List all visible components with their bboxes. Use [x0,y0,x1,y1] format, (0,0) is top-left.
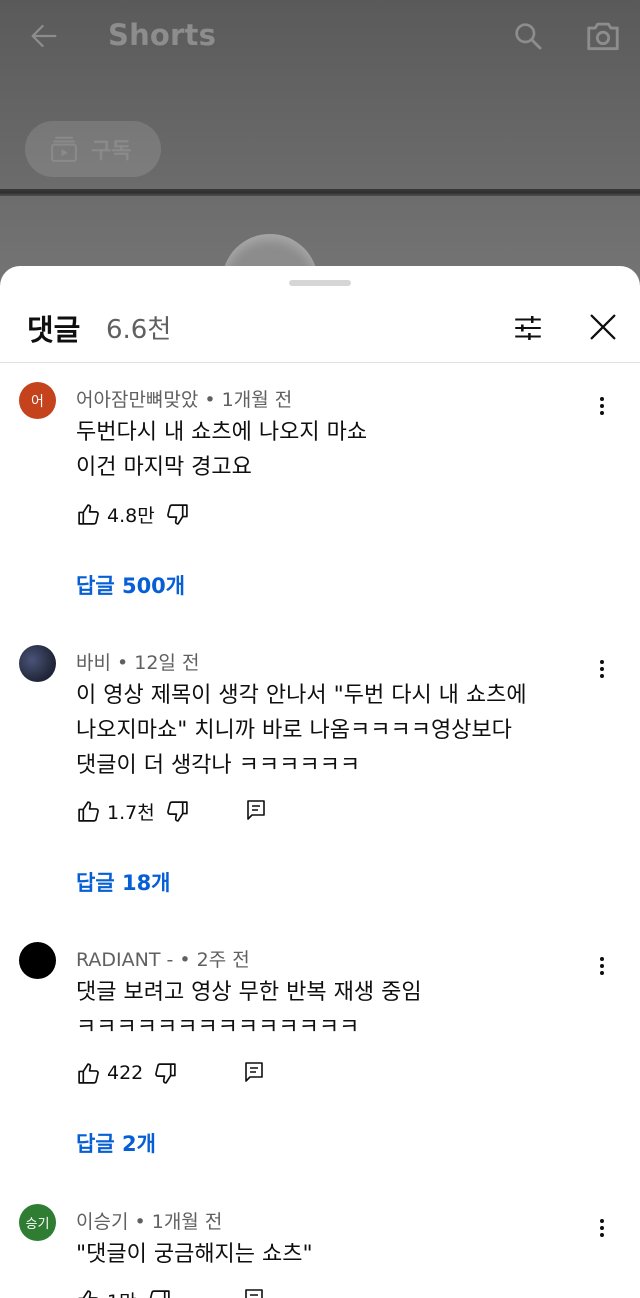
thumb-down-icon [155,1062,176,1084]
close-icon [590,314,616,340]
like-button[interactable] [76,502,101,527]
back-button[interactable] [22,14,66,58]
comment-line: 이건 마지막 경고요 [76,455,252,480]
like-count: 422 [107,1062,144,1084]
comment-actions: 4.8만 [76,498,190,530]
comment-actions: 422 [76,1057,178,1089]
comment-meta[interactable]: 어아잠만뼈맞았 • 1개월 전 [76,385,292,412]
avatar[interactable]: 승기 [19,1204,56,1241]
comment-text: 두번다시 내 쇼츠에 나오지 마쇼 이건 마지막 경고요 [76,415,367,485]
thumb-down-icon [148,1289,170,1298]
reply-button[interactable] [244,798,268,822]
search-icon [515,23,542,50]
like-button[interactable] [76,799,101,824]
more-options-button[interactable] [586,653,618,685]
sliders-icon [515,315,541,341]
thumb-up-icon [78,1062,99,1084]
thumb-up-icon [78,503,99,525]
more-options-button[interactable] [586,950,618,982]
video-frame-stripe [0,189,640,196]
more-vertical-icon [600,957,604,975]
comment-line: ㅋㅋㅋㅋㅋㅋㅋㅋㅋㅋㅋㅋㅋㅋ [76,1015,360,1040]
comment-meta[interactable]: RADIANT - • 2주 전 [76,945,250,972]
comment-line: 이 영상 제목이 생각 안나서 "두번 다시 내 쇼츠에 [76,683,527,708]
like-count: 1만 [107,1287,137,1298]
comment-meta[interactable]: 이승기 • 1개월 전 [76,1207,222,1234]
page-title: Shorts [108,18,217,52]
more-options-button[interactable] [586,1212,618,1244]
more-options-button[interactable] [586,390,618,422]
drag-handle[interactable] [289,280,351,286]
comment-line: "댓글이 궁금해지는 쇼츠" [76,1242,313,1267]
comment-line: 댓글 보려고 영상 무한 반복 재생 중임 [76,980,422,1005]
thumb-up-icon [78,800,99,822]
camera-button[interactable] [580,13,626,59]
avatar[interactable] [19,645,56,682]
comment-text: 댓글 보려고 영상 무한 반복 재생 중임 ㅋㅋㅋㅋㅋㅋㅋㅋㅋㅋㅋㅋㅋㅋ [76,975,422,1045]
like-button[interactable] [76,1288,101,1298]
sort-filter-button[interactable] [506,306,550,350]
comment-actions: 1.7천 [76,795,190,827]
view-replies-link[interactable]: 답글 2개 [76,1128,156,1158]
more-vertical-icon [600,397,604,415]
like-button[interactable] [76,1061,101,1086]
thumb-down-icon [166,503,188,525]
comment-line: 댓글이 더 생각나 ㅋㅋㅋㅋㅋㅋ [76,753,361,778]
more-vertical-icon [600,660,604,678]
search-button[interactable] [506,14,550,58]
avatar-letter: 승기 [25,1217,50,1232]
view-replies-link[interactable]: 답글 18개 [76,867,171,897]
avatar-letter: 어 [31,393,44,410]
thumb-down-icon [166,800,188,822]
comment-text: 이 영상 제목이 생각 안나서 "두번 다시 내 쇼츠에 나오지마쇼" 치니까 … [76,678,527,783]
reply-button[interactable] [242,1287,266,1298]
arrow-left-icon [31,24,57,48]
comment-icon [245,1062,263,1082]
comments-sheet: 댓글 6.6천 어 어아잠만뼈맞았 • 1개월 전 두번다시 내 쇼츠에 나오지… [0,266,640,1298]
top-bar: Shorts [0,0,640,76]
comment-meta[interactable]: 바비 • 12일 전 [76,648,199,675]
subscribe-button[interactable]: 구독 [25,121,161,177]
view-replies-link[interactable]: 답글 500개 [76,570,185,600]
subscribe-label: 구독 [91,139,132,164]
thumb-up-icon [78,1289,99,1298]
comment-text: "댓글이 궁금해지는 쇼츠" [76,1237,313,1272]
comment-icon [245,1289,263,1298]
avatar[interactable]: 어 [19,382,56,419]
subscriptions-icon [51,136,77,162]
header-divider [0,362,640,363]
like-count: 1.7천 [107,801,155,824]
dislike-button[interactable] [165,502,190,527]
avatar[interactable] [19,942,56,979]
camera-icon [587,22,619,51]
comment-icon [247,800,265,820]
more-vertical-icon [600,1219,604,1237]
comment-line: 두번다시 내 쇼츠에 나오지 마쇼 [76,420,368,445]
close-button[interactable] [580,304,626,350]
comments-header: 댓글 6.6천 [0,296,640,362]
dislike-button[interactable] [147,1288,172,1298]
reply-button[interactable] [242,1060,266,1084]
comment-line: 나오지마쇼" 치니까 바로 나옴ㅋㅋㅋㅋ영상보다 [76,718,512,743]
comments-title: 댓글 [27,313,81,347]
dislike-button[interactable] [153,1061,178,1086]
comment-actions: 1만 [76,1284,172,1298]
like-count: 4.8만 [107,504,155,527]
comments-count: 6.6천 [106,315,172,345]
dislike-button[interactable] [165,799,190,824]
